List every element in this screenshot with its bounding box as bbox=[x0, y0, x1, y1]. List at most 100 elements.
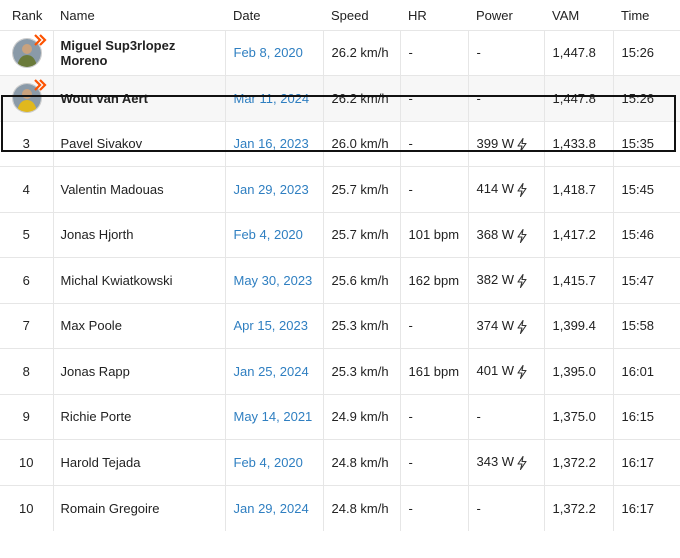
athlete-name[interactable]: Jonas Rapp bbox=[61, 364, 130, 379]
name-cell[interactable]: Miguel Sup3rlopez Moreno bbox=[52, 29, 225, 76]
athlete-name[interactable]: Richie Porte bbox=[61, 409, 132, 424]
table-row-2[interactable]: Wout van Aert Mar 11, 2024 26.2 km/h - -… bbox=[0, 75, 680, 121]
date-cell[interactable]: Jan 29, 2023 bbox=[224, 166, 323, 212]
date-link[interactable]: Jan 29, 2023 bbox=[234, 182, 309, 197]
table-row-6[interactable]: 6 Michal Kwiatkowski May 30, 2023 25.6 k… bbox=[0, 257, 680, 303]
rank-cell: 5 bbox=[0, 211, 53, 258]
date-cell[interactable]: May 30, 2023 bbox=[224, 257, 323, 303]
speed-cell: 26.0 km/h bbox=[322, 120, 400, 167]
date-link[interactable]: Feb 4, 2020 bbox=[234, 227, 303, 242]
power-cell: 374 W bbox=[467, 302, 544, 349]
leaderboard-table: Rank Name Date Speed HR Power VAM Time M… bbox=[0, 0, 680, 531]
date-cell[interactable]: May 14, 2021 bbox=[224, 393, 323, 440]
rank-cell: 10 bbox=[0, 484, 53, 531]
power-meter-icon bbox=[517, 274, 527, 289]
athlete-avatar[interactable] bbox=[12, 33, 47, 68]
athlete-name[interactable]: Pavel Sivakov bbox=[61, 136, 143, 151]
power-value: 368 W bbox=[476, 226, 515, 242]
time-cell: 15:47 bbox=[612, 257, 680, 303]
date-cell[interactable]: Jan 16, 2023 bbox=[224, 120, 323, 167]
power-value: 401 W bbox=[476, 363, 515, 379]
date-cell[interactable]: Feb 4, 2020 bbox=[224, 211, 323, 258]
header-name[interactable]: Name bbox=[53, 0, 225, 30]
header-date[interactable]: Date bbox=[225, 0, 323, 30]
date-link[interactable]: Jan 29, 2024 bbox=[234, 501, 309, 516]
athlete-name[interactable]: Michal Kwiatkowski bbox=[61, 273, 173, 288]
vam-cell: 1,417.2 bbox=[543, 211, 613, 258]
table-row-9[interactable]: 9 Richie Porte May 14, 2021 24.9 km/h - … bbox=[0, 393, 680, 440]
name-cell[interactable]: Michal Kwiatkowski bbox=[52, 257, 225, 303]
table-row-5[interactable]: 5 Jonas Hjorth Feb 4, 2020 25.7 km/h 101… bbox=[0, 211, 680, 258]
header-vam[interactable]: VAM bbox=[544, 0, 613, 30]
date-link[interactable]: Jan 16, 2023 bbox=[234, 136, 309, 151]
header-hr[interactable]: HR bbox=[400, 0, 468, 30]
date-link[interactable]: Feb 4, 2020 bbox=[234, 455, 303, 470]
athlete-name[interactable]: Romain Gregoire bbox=[61, 501, 160, 516]
table-row-4[interactable]: 4 Valentin Madouas Jan 29, 2023 25.7 km/… bbox=[0, 166, 680, 212]
date-cell[interactable]: Mar 11, 2024 bbox=[224, 75, 323, 121]
rank-cell: 6 bbox=[0, 257, 53, 303]
name-cell[interactable]: Valentin Madouas bbox=[52, 166, 225, 212]
athlete-name[interactable]: Jonas Hjorth bbox=[61, 227, 134, 242]
power-value: 374 W bbox=[476, 317, 515, 333]
power-meter-icon bbox=[517, 137, 527, 152]
speed-cell: 24.8 km/h bbox=[322, 439, 400, 485]
time-cell: 16:17 bbox=[612, 484, 680, 531]
date-cell[interactable]: Jan 25, 2024 bbox=[224, 348, 323, 394]
date-link[interactable]: Apr 15, 2023 bbox=[234, 318, 308, 333]
vam-cell: 1,447.8 bbox=[543, 75, 613, 121]
power-value: - bbox=[476, 45, 481, 61]
power-cell: - bbox=[467, 29, 544, 76]
time-cell: 15:35 bbox=[612, 120, 680, 167]
vam-cell: 1,372.2 bbox=[543, 439, 613, 485]
date-link[interactable]: Mar 11, 2024 bbox=[234, 91, 310, 106]
athlete-name[interactable]: Harold Tejada bbox=[61, 455, 141, 470]
name-cell[interactable]: Jonas Hjorth bbox=[52, 211, 225, 258]
power-value: 343 W bbox=[476, 454, 515, 470]
table-row-1[interactable]: Miguel Sup3rlopez Moreno Feb 8, 2020 26.… bbox=[0, 29, 680, 76]
power-value: 414 W bbox=[476, 181, 515, 197]
table-row-11[interactable]: 10 Romain Gregoire Jan 29, 2024 24.8 km/… bbox=[0, 484, 680, 531]
time-cell: 15:46 bbox=[612, 211, 680, 258]
table-row-10[interactable]: 10 Harold Tejada Feb 4, 2020 24.8 km/h -… bbox=[0, 439, 680, 485]
athlete-avatar[interactable] bbox=[12, 79, 47, 114]
date-link[interactable]: Jan 25, 2024 bbox=[234, 364, 309, 379]
date-link[interactable]: May 14, 2021 bbox=[234, 409, 313, 424]
date-link[interactable]: Feb 8, 2020 bbox=[234, 45, 303, 60]
header-rank[interactable]: Rank bbox=[0, 0, 53, 30]
table-row-3[interactable]: 3 Pavel Sivakov Jan 16, 2023 26.0 km/h -… bbox=[0, 120, 680, 167]
name-cell[interactable]: Romain Gregoire bbox=[52, 484, 225, 531]
date-cell[interactable]: Feb 8, 2020 bbox=[224, 29, 323, 76]
name-cell[interactable]: Jonas Rapp bbox=[52, 348, 225, 394]
name-cell[interactable]: Pavel Sivakov bbox=[52, 120, 225, 167]
date-cell[interactable]: Jan 29, 2024 bbox=[224, 484, 323, 531]
name-cell[interactable]: Wout van Aert bbox=[52, 75, 225, 121]
speed-cell: 25.3 km/h bbox=[322, 302, 400, 349]
rank-cell: 9 bbox=[0, 393, 53, 440]
name-cell[interactable]: Richie Porte bbox=[52, 393, 225, 440]
vam-cell: 1,418.7 bbox=[543, 166, 613, 212]
name-cell[interactable]: Harold Tejada bbox=[52, 439, 225, 485]
date-cell[interactable]: Apr 15, 2023 bbox=[224, 302, 323, 349]
athlete-name[interactable]: Wout van Aert bbox=[61, 91, 148, 106]
time-cell: 16:01 bbox=[612, 348, 680, 394]
header-speed[interactable]: Speed bbox=[323, 0, 400, 30]
athlete-name[interactable]: Valentin Madouas bbox=[61, 182, 164, 197]
name-cell[interactable]: Max Poole bbox=[52, 302, 225, 349]
header-power[interactable]: Power bbox=[468, 0, 544, 30]
date-cell[interactable]: Feb 4, 2020 bbox=[224, 439, 323, 485]
power-value: - bbox=[476, 409, 481, 425]
table-row-8[interactable]: 8 Jonas Rapp Jan 25, 2024 25.3 km/h 161 … bbox=[0, 348, 680, 394]
vam-cell: 1,372.2 bbox=[543, 484, 613, 531]
power-cell: 382 W bbox=[467, 257, 544, 303]
date-link[interactable]: May 30, 2023 bbox=[234, 273, 313, 288]
athlete-name[interactable]: Max Poole bbox=[61, 318, 122, 333]
hr-cell: - bbox=[399, 302, 468, 349]
power-value: - bbox=[476, 500, 481, 516]
power-cell: - bbox=[467, 75, 544, 121]
athlete-name[interactable]: Miguel Sup3rlopez Moreno bbox=[61, 38, 176, 68]
table-row-7[interactable]: 7 Max Poole Apr 15, 2023 25.3 km/h - 374… bbox=[0, 302, 680, 349]
time-cell: 16:17 bbox=[612, 439, 680, 485]
header-time[interactable]: Time bbox=[613, 0, 680, 30]
hr-cell: - bbox=[399, 75, 468, 121]
